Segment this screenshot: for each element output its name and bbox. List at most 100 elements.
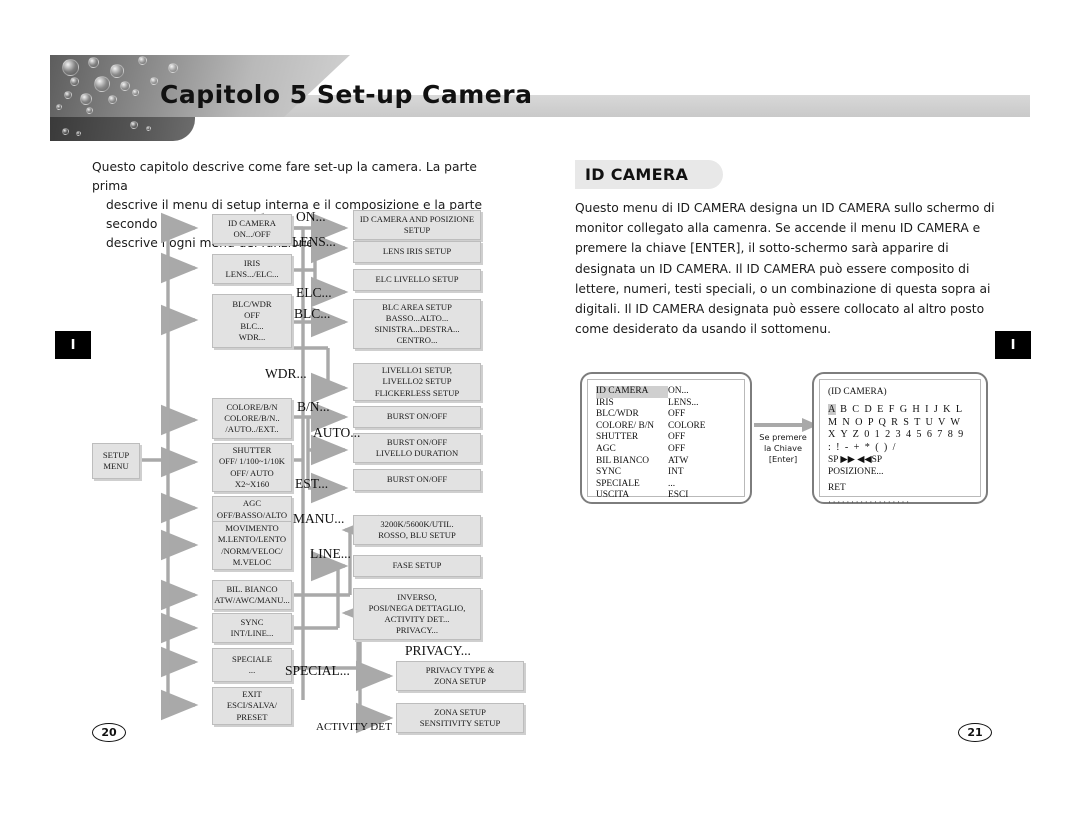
- flow-detail-line: ELC LIVELLO SETUP: [375, 274, 459, 285]
- flow-item-line: COLORE/B/N: [226, 401, 278, 412]
- osd-row-shutter[interactable]: SHUTTER OFF: [596, 432, 736, 444]
- osd-row-bil-bianco[interactable]: BIL BIANCO ATW: [596, 456, 736, 468]
- flow-item-line: AGC: [242, 498, 262, 509]
- osd-char-row-4[interactable]: : ! - + * ( ) /: [828, 442, 972, 455]
- osd-row-agc[interactable]: AGC OFF: [596, 444, 736, 456]
- flow-detail-line: PRIVACY...: [396, 625, 438, 636]
- flow-detail-manu-setup[interactable]: 3200K/5600K/UTIL. ROSSO, BLU SETUP: [353, 515, 481, 545]
- osd-key: BLC/WDR: [596, 409, 639, 420]
- osd-id-camera-panel[interactable]: (ID CAMERA) AA B C D E F G H I J K L B C…: [812, 372, 988, 507]
- edge-label-line: LINE...: [310, 546, 351, 561]
- flow-detail-line: ID CAMERA AND POSIZIONE: [359, 213, 475, 224]
- osd-row-id-camera[interactable]: ID CAMERA ON...: [596, 386, 736, 398]
- edge-label-special: SPECIAL...: [285, 663, 350, 678]
- osd-key: IRIS: [596, 397, 614, 408]
- flow-item-line: INT/LINE...: [230, 628, 274, 638]
- flow-item-line: ON.../OFF: [233, 229, 271, 239]
- flow-detail-line: BLC AREA SETUP: [382, 301, 452, 312]
- flow-item-bil-bianco[interactable]: BIL. BIANCO ATW/AWC/MANU...: [212, 580, 292, 610]
- flow-detail-line: ACTIVITY DET...: [384, 614, 450, 624]
- flow-detail-privacy-setup[interactable]: PRIVACY TYPE & ZONA SETUP: [396, 661, 524, 691]
- osd-value: LENS...: [668, 397, 699, 408]
- osd-char-selected[interactable]: A: [828, 404, 837, 415]
- flow-item-id-camera[interactable]: ID CAMERA ON.../OFF: [212, 214, 292, 244]
- flow-detail-line: BURST ON/OFF: [386, 474, 448, 485]
- osd-char-row-3[interactable]: X Y Z 0 1 2 3 4 5 6 7 8 9: [828, 429, 972, 442]
- flow-item-movimento[interactable]: MOVIMENTO M.LENTO/LENTO /NORM/VELOC/ M.V…: [212, 521, 292, 570]
- flow-detail-line: PRIVACY TYPE &: [425, 664, 495, 675]
- osd-row-uscita[interactable]: USCITA ESCI: [596, 490, 736, 502]
- flow-detail-id-camera-setup[interactable]: ID CAMERA AND POSIZIONE SETUP: [353, 210, 481, 240]
- flow-detail-line: ZONA SETUP: [434, 706, 486, 717]
- flow-item-line: BLC/WDR: [232, 298, 272, 309]
- osd-value: OFF: [668, 409, 686, 420]
- osd-value: ...: [668, 478, 676, 489]
- flow-item-blc-wdr[interactable]: BLC/WDR OFF BLC... WDR...: [212, 294, 292, 348]
- osd-ret-row[interactable]: RET: [828, 482, 972, 494]
- osd-id-camera-inner: (ID CAMERA) AA B C D E F G H I J K L B C…: [819, 379, 981, 507]
- flow-item-shutter[interactable]: SHUTTER OFF/ 1/100~1/10K OFF/ AUTO X2~X1…: [212, 443, 292, 492]
- flow-detail-line: ZONA SETUP: [434, 676, 486, 686]
- flow-item-agc[interactable]: AGC OFF/BASSO/ALTO: [212, 496, 292, 523]
- osd-value: COLORE: [668, 420, 706, 431]
- flow-detail-line: LENS IRIS SETUP: [382, 246, 452, 257]
- enter-key-note-line-2: la Chiave: [764, 443, 802, 453]
- flow-detail-blc-area-setup[interactable]: BLC AREA SETUP BASSO...ALTO... SINISTRA.…: [353, 299, 481, 349]
- flow-item-line: X2~X160: [234, 478, 270, 489]
- osd-key: SHUTTER: [596, 432, 639, 443]
- flow-detail-burst-auto[interactable]: BURST ON/OFF LIVELLO DURATION: [353, 433, 481, 463]
- section-title: ID CAMERA: [585, 165, 689, 184]
- flow-item-exit[interactable]: EXIT ESCI/SALVA/ PRESET: [212, 687, 292, 725]
- osd-value: OFF: [668, 443, 686, 454]
- osd-row-speciale[interactable]: SPECIALE ...: [596, 479, 736, 491]
- flow-item-line: /NORM/VELOC/: [221, 545, 283, 556]
- edge-label-on: ON...: [296, 209, 326, 224]
- osd-main-menu[interactable]: ID CAMERA ON... IRIS LENS... BLC/WDR OFF…: [580, 372, 752, 504]
- osd-row-sync[interactable]: SYNC INT: [596, 467, 736, 479]
- flow-detail-fase-setup[interactable]: FASE SETUP: [353, 555, 481, 577]
- flow-detail-line: POSI/NEGA DETTAGLIO,: [368, 602, 466, 613]
- flow-item-line: PRESET: [236, 711, 268, 722]
- flow-detail-line: LIVELLO DURATION: [375, 448, 459, 458]
- flow-item-line: /AUTO../EXT..: [225, 424, 279, 435]
- osd-row-iris[interactable]: IRIS LENS...: [596, 398, 736, 410]
- osd-char-row-2[interactable]: M N O P Q R S T U V W: [828, 417, 972, 430]
- edge-label-manu: MANU...: [293, 511, 345, 526]
- edge-label-wdr: WDR...: [265, 366, 307, 381]
- flow-item-line: ESCI/SALVA/: [226, 700, 278, 711]
- flow-detail-burst-bn[interactable]: BURST ON/OFF: [353, 406, 481, 428]
- edge-label-auto: AUTO...: [313, 425, 361, 440]
- flow-root-line-1: SETUP: [102, 449, 130, 460]
- flow-item-line: ID CAMERA: [228, 217, 276, 228]
- flow-detail-activity-det-setup[interactable]: ZONA SETUP SENSITIVITY SETUP: [396, 703, 524, 733]
- osd-row-colore-bn[interactable]: COLORE/ B/N COLORE: [596, 421, 736, 433]
- osd-key: COLORE/ B/N: [596, 420, 655, 431]
- flow-detail-line: BURST ON/OFF: [386, 411, 448, 422]
- flow-root-setup-menu[interactable]: SETUP MENU: [92, 443, 140, 479]
- flow-item-line: M.LENTO/LENTO: [217, 534, 287, 545]
- flow-item-speciale[interactable]: SPECIALE ...: [212, 648, 292, 682]
- flow-detail-line: SENSITIVITY SETUP: [419, 718, 501, 728]
- osd-posizione-row[interactable]: POSIZIONE...: [828, 466, 972, 478]
- flow-detail-line: LIVELLO1 SETUP,: [381, 365, 453, 376]
- flow-item-sync[interactable]: SYNC INT/LINE...: [212, 613, 292, 643]
- osd-char-row-1[interactable]: AA B C D E F G H I J K L B C D E F G H I…: [828, 404, 972, 417]
- flow-item-line: BIL. BIANCO: [226, 583, 278, 594]
- flow-detail-elc-livello-setup[interactable]: ELC LIVELLO SETUP: [353, 269, 481, 291]
- flow-item-line: ATW/AWC/MANU...: [214, 595, 290, 605]
- flow-detail-burst-est[interactable]: BURST ON/OFF: [353, 469, 481, 491]
- flow-detail-lens-iris-setup[interactable]: LENS IRIS SETUP: [353, 241, 481, 263]
- osd-sp-row[interactable]: SP ▶▶ ◀◀SP: [828, 454, 972, 466]
- flow-detail-wdr-setup[interactable]: LIVELLO1 SETUP, LIVELLO2 SETUP FLICKERLE…: [353, 363, 481, 401]
- flow-item-colore-bn[interactable]: COLORE/B/N COLORE/B/N.. /AUTO../EXT..: [212, 398, 292, 439]
- flow-item-line: OFF/ AUTO: [230, 467, 274, 478]
- osd-key: AGC: [596, 443, 616, 454]
- edge-label-privacy: PRIVACY...: [405, 643, 471, 658]
- osd-key: BIL BIANCO: [596, 455, 650, 466]
- flow-detail-speciale-setup[interactable]: INVERSO, POSI/NEGA DETTAGLIO, ACTIVITY D…: [353, 588, 481, 640]
- osd-row-blc-wdr[interactable]: BLC/WDR OFF: [596, 409, 736, 421]
- flow-item-iris[interactable]: IRIS LENS.../ELC...: [212, 254, 292, 284]
- edge-label-activity-det: ACTIVITY DET: [316, 721, 392, 733]
- osd-value: OFF: [668, 432, 686, 443]
- flow-detail-line: FLICKERLESS SETUP: [374, 387, 460, 398]
